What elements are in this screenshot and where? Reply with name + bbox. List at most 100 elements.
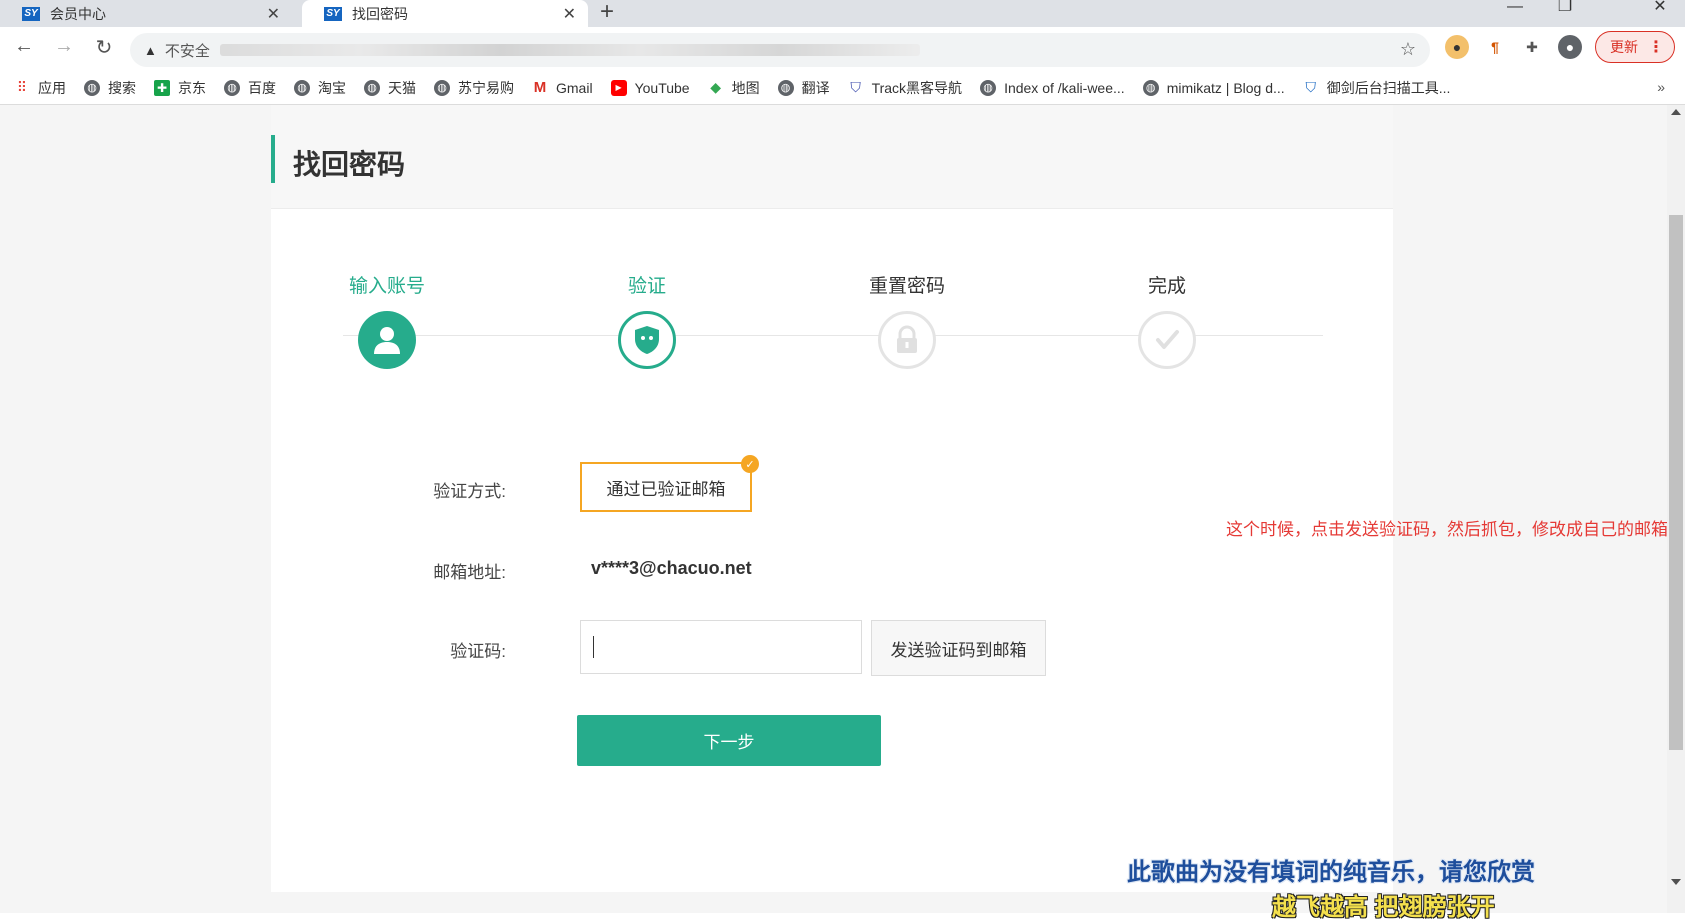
close-window-icon[interactable]: ✕: [1635, 0, 1685, 27]
send-code-button[interactable]: 发送验证码到邮箱: [871, 620, 1046, 676]
menu-kebab-icon[interactable]: ⋮: [1648, 37, 1664, 57]
shield-icon: [618, 311, 676, 369]
browser-toolbar: ← → ↻ ▲ 不安全 ☆ ● ¶ ✚ ● 更新 ⋮: [0, 27, 1685, 71]
page-scrollbar[interactable]: [1667, 105, 1685, 913]
bookmark-label: 御剑后台扫描工具...: [1326, 79, 1451, 96]
step-label: 重置密码: [868, 276, 945, 297]
step-reset-password: 重置密码: [837, 271, 977, 369]
step-input-account: 输入账号: [317, 271, 457, 369]
step-label: 完成: [1147, 276, 1186, 297]
verify-method-value: 通过已验证邮箱: [606, 479, 726, 499]
bookmark-label: 翻译: [801, 79, 830, 96]
bookmark-maps[interactable]: ◆ 地图: [708, 78, 760, 98]
scroll-thumb[interactable]: [1669, 215, 1683, 750]
back-icon[interactable]: ←: [10, 35, 38, 58]
warning-icon: ▲: [144, 42, 157, 58]
subtitle-line-2: 越飞越高 把翅膀张开: [1272, 894, 1495, 921]
tab-find-password[interactable]: SY 找回密码 ✕: [302, 0, 588, 27]
verification-code-input[interactable]: [580, 620, 862, 674]
bookmark-label: 苏宁易购: [458, 79, 514, 96]
restore-icon[interactable]: ❐: [1540, 0, 1590, 27]
checkmark-icon: [1138, 311, 1196, 369]
update-label: 更新: [1610, 39, 1638, 55]
extensions-puzzle-icon[interactable]: ✚: [1520, 35, 1544, 59]
step-label: 输入账号: [348, 276, 425, 297]
bookmark-baidu[interactable]: ◍ 百度: [224, 78, 276, 98]
page-header: 找回密码: [271, 105, 1393, 209]
security-label: 不安全: [164, 42, 210, 60]
bookmark-tmall[interactable]: ◍ 天猫: [364, 78, 416, 98]
bookmark-label: Gmail: [556, 79, 593, 96]
next-step-button[interactable]: 下一步: [577, 715, 881, 766]
bookmark-taobao[interactable]: ◍ 淘宝: [294, 78, 346, 98]
more-bookmarks-icon[interactable]: »: [1657, 79, 1665, 95]
bookmark-label: 淘宝: [318, 79, 346, 96]
verify-method-option-email[interactable]: 通过已验证邮箱 ✓: [580, 455, 759, 512]
bookmark-youtube[interactable]: ▶ YouTube: [610, 79, 690, 96]
bookmark-star-icon[interactable]: ☆: [1400, 39, 1416, 60]
verify-method-label: 验证方式:: [433, 482, 506, 501]
bookmark-mimikatz[interactable]: ◍ mimikatz | Blog d...: [1142, 79, 1285, 96]
bookmark-yujian[interactable]: ⛉ 御剑后台扫描工具...: [1303, 78, 1451, 98]
bookmark-label: 京东: [178, 79, 206, 96]
globe-icon: ◍: [224, 79, 240, 96]
globe-icon: ◍: [294, 79, 310, 96]
bookmark-suning[interactable]: ◍ 苏宁易购: [434, 78, 514, 98]
update-button[interactable]: 更新 ⋮: [1595, 31, 1675, 63]
tab-member-center[interactable]: SY 会员中心 ✕: [0, 0, 292, 27]
page-viewport: 找回密码 输入账号 验证 重置密码 完成 验证方式: 通过已验证邮箱 ✓ 邮箱地…: [0, 105, 1668, 913]
globe-icon: ◍: [84, 79, 100, 96]
profile-avatar-icon[interactable]: ●: [1558, 35, 1582, 59]
bookmark-label: 地图: [731, 79, 760, 96]
blurred-url: [219, 44, 920, 56]
gmail-icon: M: [533, 79, 547, 96]
subtitle-line-1: 此歌曲为没有填词的纯音乐，请您欣赏: [1127, 859, 1535, 886]
bookmark-jd[interactable]: ✚ 京东: [154, 78, 206, 98]
reload-icon[interactable]: ↻: [90, 35, 118, 60]
email-address-label: 邮箱地址:: [433, 563, 506, 582]
tab-strip: SY 会员中心 ✕ SY 找回密码 ✕ + — ❐ ✕: [0, 0, 1685, 27]
close-tab-icon[interactable]: ✕: [563, 4, 576, 24]
bookmark-translate[interactable]: ◍ 翻译: [777, 78, 830, 98]
shield-icon: ⛉: [1305, 79, 1316, 95]
verification-code-label: 验证码:: [450, 642, 506, 661]
bookmark-label: mimikatz | Blog d...: [1166, 79, 1285, 96]
bookmark-label: 搜索: [108, 79, 136, 96]
apps-grid-icon: ⠿: [16, 79, 28, 95]
lock-icon: [878, 311, 936, 369]
bookmark-kali-index[interactable]: ◍ Index of /kali-wee...: [980, 79, 1125, 96]
address-bar[interactable]: ▲ 不安全 ☆: [130, 33, 1430, 67]
bookmarks-bar: ⠿ 应用 ◍ 搜索 ✚ 京东 ◍ 百度 ◍ 淘宝 ◍ 天猫 ◍ 苏宁易购 M Gmail ▶ Yo…: [0, 71, 1685, 105]
scroll-down-arrow-icon[interactable]: [1671, 879, 1681, 885]
text-cursor: [593, 636, 594, 658]
page-title: 找回密码: [293, 149, 406, 180]
bookmark-label: 天猫: [388, 79, 416, 96]
email-address-value: v****3@chacuo.net: [591, 558, 752, 578]
site-favicon-icon: SY: [22, 6, 40, 21]
globe-icon: ◍: [364, 79, 380, 96]
bookmark-gmail[interactable]: M Gmail: [532, 79, 593, 96]
user-icon: [358, 311, 416, 369]
pilcrow-extension-icon[interactable]: ¶: [1483, 35, 1507, 59]
bookmark-search[interactable]: ◍ 搜索: [84, 78, 136, 98]
step-label: 验证: [627, 276, 666, 297]
bookmark-label: YouTube: [634, 79, 690, 96]
scroll-up-arrow-icon[interactable]: [1671, 109, 1681, 115]
cookie-extension-icon[interactable]: ●: [1445, 35, 1469, 59]
maps-icon: ◆: [710, 79, 721, 95]
step-verify: 验证: [577, 271, 717, 369]
youtube-icon: ▶: [610, 79, 627, 96]
close-tab-icon[interactable]: ✕: [267, 4, 280, 24]
forward-icon[interactable]: →: [50, 35, 78, 58]
new-tab-icon[interactable]: +: [600, 0, 614, 26]
bookmark-track-nav[interactable]: ⛉ Track黑客导航: [848, 78, 962, 98]
bookmark-apps[interactable]: ⠿ 应用: [14, 78, 66, 98]
tab-label: 找回密码: [352, 5, 408, 22]
site-favicon-icon: SY: [324, 6, 342, 21]
title-accent-bar: [271, 135, 275, 183]
bookmark-label: 应用: [38, 79, 66, 96]
globe-icon: ◍: [434, 79, 450, 96]
globe-icon: ◍: [777, 79, 794, 96]
shield-icon: ⛉: [850, 79, 861, 95]
minimize-icon[interactable]: —: [1490, 0, 1540, 27]
